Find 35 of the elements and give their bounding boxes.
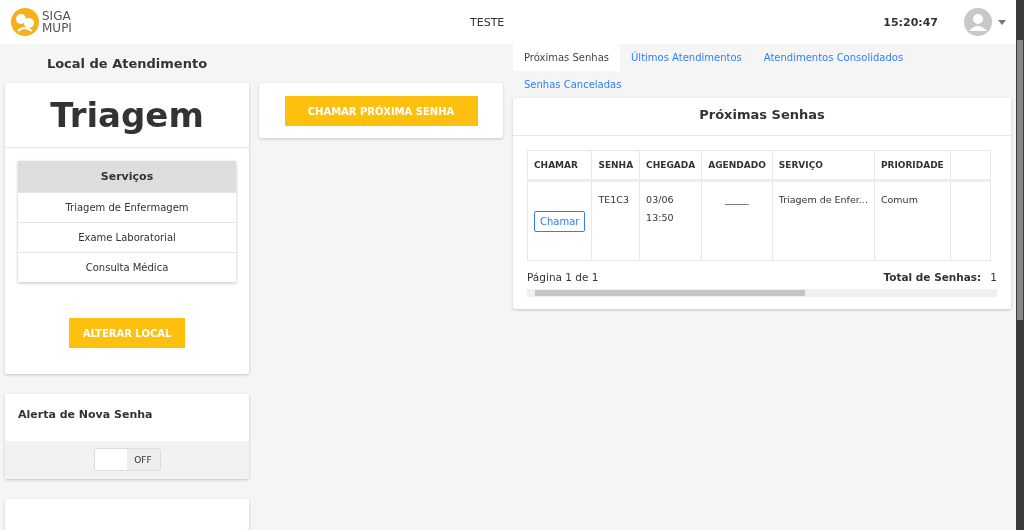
page-info: Página 1 de 1 <box>527 271 599 283</box>
section-heading: Local de Atendimento <box>45 56 209 73</box>
tab[interactable]: Senhas Canceladas <box>513 71 633 98</box>
service-item: Exame Laboratorial <box>18 222 236 252</box>
table-cell: TE1C3 <box>591 180 640 261</box>
clock: 15:20:47 <box>883 15 938 29</box>
table-cell: _____ <box>701 180 773 261</box>
location-name: Triagem <box>5 83 249 148</box>
total-label: Total de Senhas: <box>883 271 982 283</box>
column-header: SENHA <box>591 150 640 181</box>
column-header: CHAMAR <box>527 150 592 181</box>
column-header: CHEGADA <box>639 150 702 181</box>
logo-text: SIGA <box>42 10 72 22</box>
call-button[interactable]: Chamar <box>534 211 586 232</box>
tab[interactable]: Próximas Senhas <box>513 44 621 71</box>
table-cell-text: 13:50 <box>646 211 675 225</box>
service-item: Triagem de Enfermagem <box>18 192 236 222</box>
logo-icon <box>10 7 40 37</box>
header-title: TESTE <box>470 15 506 29</box>
column-header: SERVIÇO <box>772 150 875 181</box>
services-header: Serviços <box>18 161 236 192</box>
table-cell: Comum <box>874 180 951 261</box>
table-cell: Triagem de Enfer... <box>772 180 875 261</box>
panel-title: Próximas Senhas <box>513 98 1011 136</box>
tab[interactable]: Últimos Atendimentos <box>620 44 753 71</box>
tab[interactable]: Atendimentos Consolidados <box>752 44 915 71</box>
column-header: PRIORIDADE <box>874 150 951 181</box>
table-cell-text: 03/06 <box>646 193 675 207</box>
column-header: AGENDADO <box>701 150 773 181</box>
toggle-switch[interactable]: OFF <box>93 448 161 471</box>
service-item: Consulta Médica <box>18 252 236 282</box>
logo-text: MUPI <box>42 22 72 34</box>
alert-title: Alerta de Nova Senha <box>17 407 154 423</box>
total-value: 1 <box>990 271 997 283</box>
caret-icon[interactable] <box>998 19 1006 25</box>
